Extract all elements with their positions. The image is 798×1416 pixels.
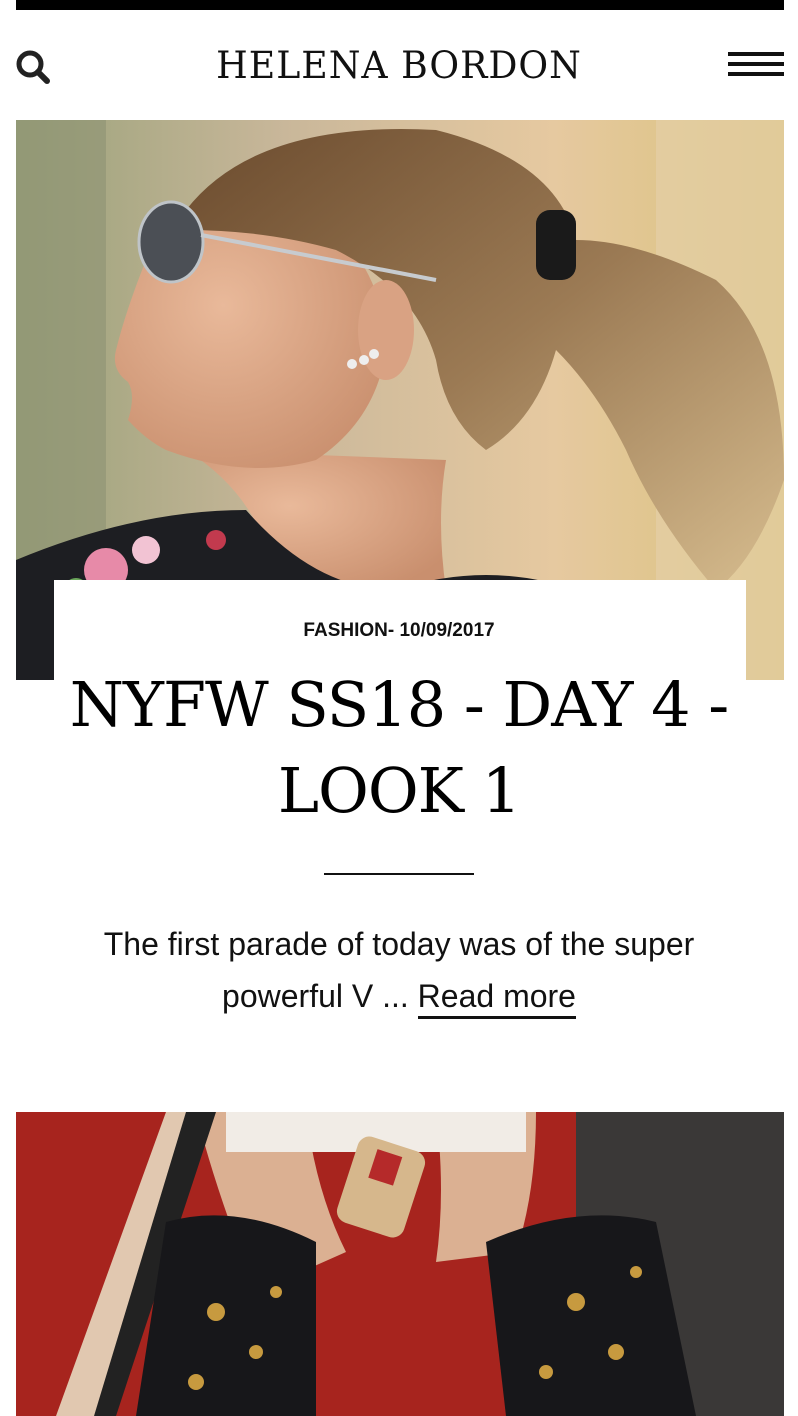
read-more-link[interactable]: Read more [417, 978, 576, 1019]
hamburger-menu-icon [728, 52, 784, 56]
post-excerpt-text: The first parade of today was of the sup… [103, 926, 695, 1014]
menu-button[interactable] [728, 50, 784, 80]
post-excerpt: The first parade of today was of the sup… [60, 918, 738, 1022]
top-bar [16, 0, 784, 10]
site-header: HELENA BORDON [0, 10, 798, 120]
hamburger-line [728, 62, 784, 66]
boots-photo [16, 1112, 784, 1416]
next-post-image[interactable] [16, 1112, 784, 1416]
title-divider [324, 873, 474, 875]
post-category-date[interactable]: FASHION- 10/09/2017 [0, 620, 798, 642]
post-title[interactable]: NYFW SS18 - DAY 4 - LOOK 1 [60, 662, 738, 834]
site-logo[interactable]: HELENA BORDON [8, 44, 790, 87]
hamburger-line [728, 72, 784, 76]
